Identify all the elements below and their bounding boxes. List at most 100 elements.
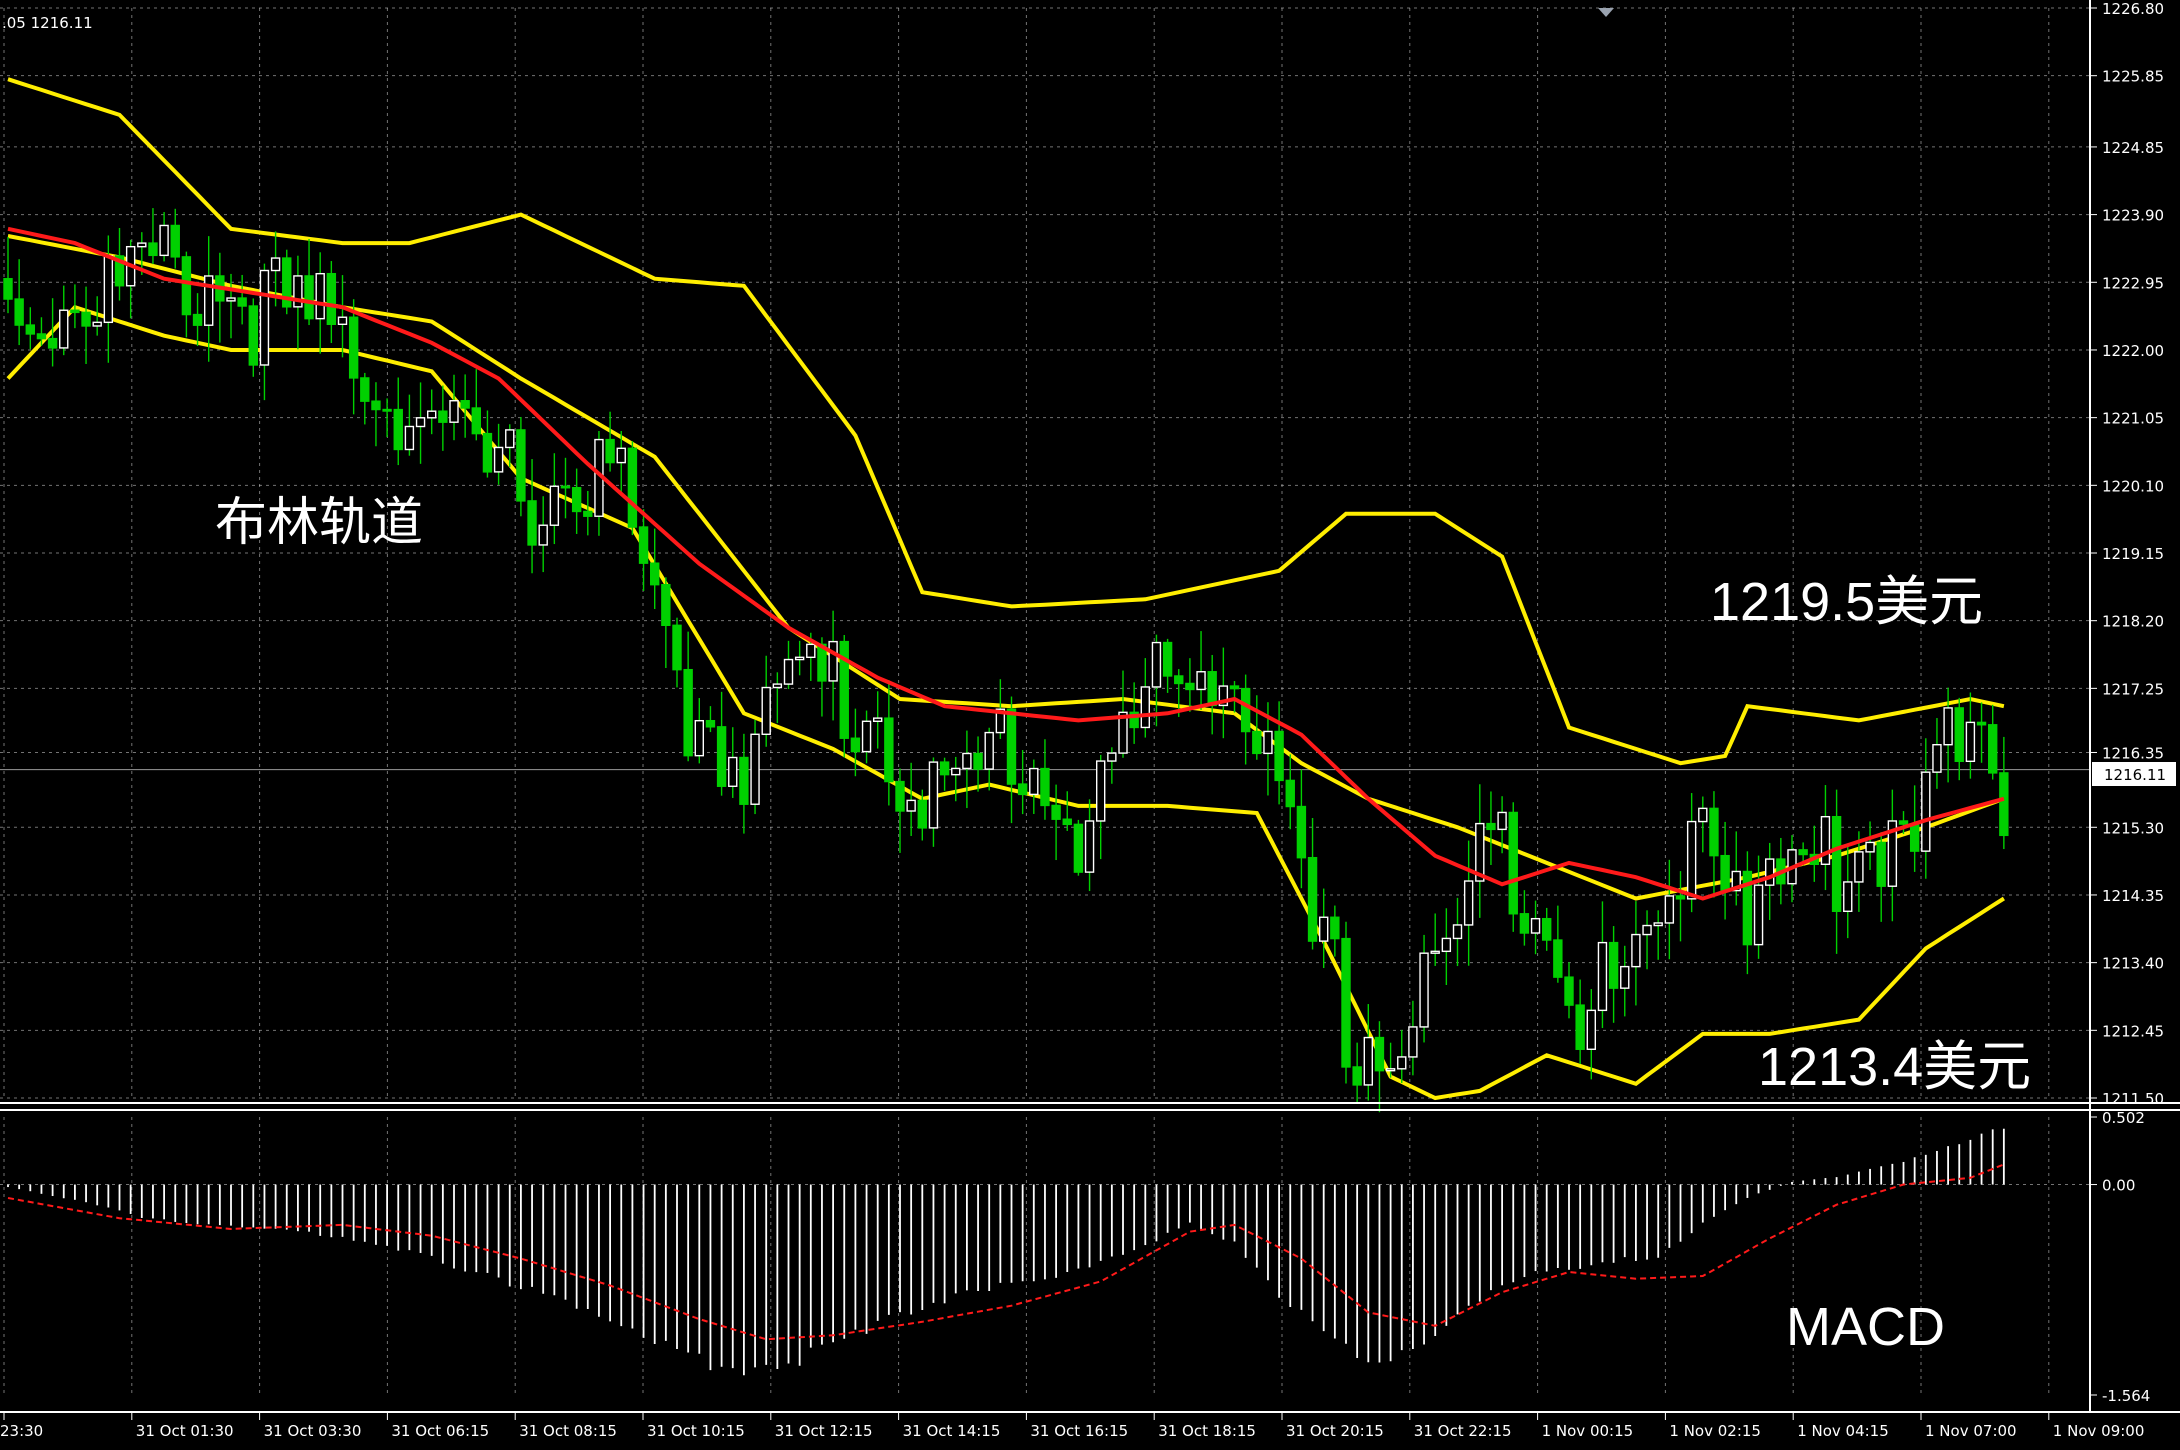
candle-body bbox=[1686, 820, 1697, 900]
candle-body bbox=[1006, 708, 1017, 785]
candle-body bbox=[1374, 1036, 1385, 1072]
time-tick-label: 31 Oct 06:15 bbox=[391, 1422, 489, 1440]
time-tick-label: 31 Oct 18:15 bbox=[1158, 1422, 1256, 1440]
candle-body bbox=[1965, 721, 1976, 763]
candle-body bbox=[1029, 767, 1039, 796]
candle-body bbox=[1943, 707, 1953, 746]
price-tick-label: 1226.80 bbox=[2102, 0, 2164, 18]
candle-body bbox=[906, 799, 916, 812]
candle-body bbox=[148, 242, 158, 257]
candle-body bbox=[1876, 841, 1886, 887]
candle-body bbox=[973, 752, 983, 770]
candle-body bbox=[627, 447, 638, 528]
candle-body bbox=[237, 297, 247, 307]
candle-body bbox=[1452, 924, 1463, 940]
candle-body bbox=[761, 686, 771, 735]
price-tick-label: 1215.30 bbox=[2102, 819, 2164, 837]
candle-body bbox=[14, 298, 24, 326]
candle-body bbox=[1285, 779, 1295, 808]
price-tick-label: 1223.90 bbox=[2102, 207, 2164, 225]
candle-body bbox=[772, 683, 783, 689]
price-tick-label: 1224.85 bbox=[2102, 139, 2164, 157]
candle-body bbox=[248, 305, 259, 366]
macd-tick-label: -1.564 bbox=[2102, 1387, 2150, 1405]
candle-body bbox=[1675, 895, 1686, 900]
candle-body bbox=[794, 656, 805, 661]
candle-body bbox=[427, 410, 437, 419]
candle-body bbox=[638, 526, 649, 564]
candle-body bbox=[159, 224, 169, 257]
candle-body bbox=[1240, 687, 1251, 733]
candle-body bbox=[1430, 950, 1440, 954]
price-tick-label: 1221.05 bbox=[2102, 410, 2164, 428]
candle-body bbox=[1207, 671, 1217, 707]
candle-body bbox=[1865, 841, 1875, 853]
candle-body bbox=[1185, 682, 1195, 691]
candle-body bbox=[1854, 851, 1864, 883]
candle-body bbox=[661, 583, 671, 627]
candle-body bbox=[1976, 721, 1987, 726]
candle-body bbox=[81, 311, 91, 327]
time-tick-label: 31 Oct 22:15 bbox=[1414, 1422, 1512, 1440]
candle-body bbox=[181, 256, 192, 316]
upper-price-annotation: 1219.5美元 bbox=[1710, 572, 1983, 632]
candle-body bbox=[728, 756, 738, 787]
candle-body bbox=[1151, 641, 1162, 688]
candle-body bbox=[616, 447, 626, 464]
candle-body bbox=[650, 562, 660, 586]
macd-tick-label: 0.502 bbox=[2102, 1109, 2145, 1127]
candle-body bbox=[1385, 1068, 1396, 1072]
time-tick-label: 31 Oct 14:15 bbox=[903, 1422, 1001, 1440]
candle-body bbox=[861, 720, 872, 753]
chart-window: 1226.80 1225.85 1224.85 1223.90 1222.95 1222.… bbox=[0, 0, 2180, 1450]
candle-body bbox=[1608, 941, 1619, 989]
candle-body bbox=[516, 429, 526, 502]
candle-body bbox=[36, 333, 47, 340]
candle-body bbox=[895, 780, 905, 812]
candle-body bbox=[404, 425, 415, 451]
time-tick-label: 1 Nov 09:00 bbox=[2053, 1422, 2145, 1440]
candle-body bbox=[1441, 937, 1452, 953]
candle-body bbox=[270, 257, 281, 272]
candle-body bbox=[571, 486, 582, 513]
candle-body bbox=[1363, 1036, 1374, 1086]
candle-body bbox=[1921, 771, 1931, 852]
candle-body bbox=[1229, 685, 1240, 690]
price-tick-label: 1218.20 bbox=[2102, 613, 2164, 631]
candle-body bbox=[1798, 849, 1808, 856]
candle-body bbox=[438, 410, 448, 423]
candle-body bbox=[984, 731, 994, 770]
candle-body bbox=[1017, 783, 1028, 796]
candle-body bbox=[326, 272, 337, 325]
candle-body bbox=[59, 309, 69, 349]
time-tick-label: 31 Oct 01:30 bbox=[136, 1422, 234, 1440]
candle-body bbox=[583, 510, 593, 517]
candle-body bbox=[672, 624, 682, 671]
candle-body bbox=[1040, 767, 1050, 807]
candle-body bbox=[884, 717, 894, 783]
candle-body bbox=[170, 224, 180, 258]
candle-body bbox=[1709, 807, 1719, 857]
candle-body bbox=[1140, 686, 1151, 729]
price-tick-label: 1222.00 bbox=[2102, 342, 2164, 360]
time-tick-label: 1 Nov 04:15 bbox=[1797, 1422, 1889, 1440]
candle-body bbox=[560, 485, 571, 489]
candle-body bbox=[92, 321, 102, 327]
candle-body bbox=[337, 316, 348, 325]
candle-body bbox=[1564, 976, 1574, 1006]
candle-body bbox=[1553, 939, 1563, 978]
candle-body bbox=[1530, 917, 1541, 934]
price-tick-label: 1214.35 bbox=[2102, 887, 2164, 905]
time-tick-label: 31 Oct 12:15 bbox=[775, 1422, 873, 1440]
candle-body bbox=[1296, 805, 1307, 859]
candle-body bbox=[137, 242, 147, 248]
candle-body bbox=[1720, 854, 1730, 892]
candle-body bbox=[482, 432, 493, 473]
price-tick-label: 1219.15 bbox=[2102, 545, 2164, 563]
time-tick-label: 23:30 bbox=[0, 1422, 43, 1440]
candle-body bbox=[1263, 730, 1273, 755]
time-tick-label: 31 Oct 10:15 bbox=[647, 1422, 745, 1440]
time-tick-label: 31 Oct 08:15 bbox=[519, 1422, 617, 1440]
candle-body bbox=[192, 313, 203, 326]
candle-body bbox=[1408, 1026, 1418, 1058]
